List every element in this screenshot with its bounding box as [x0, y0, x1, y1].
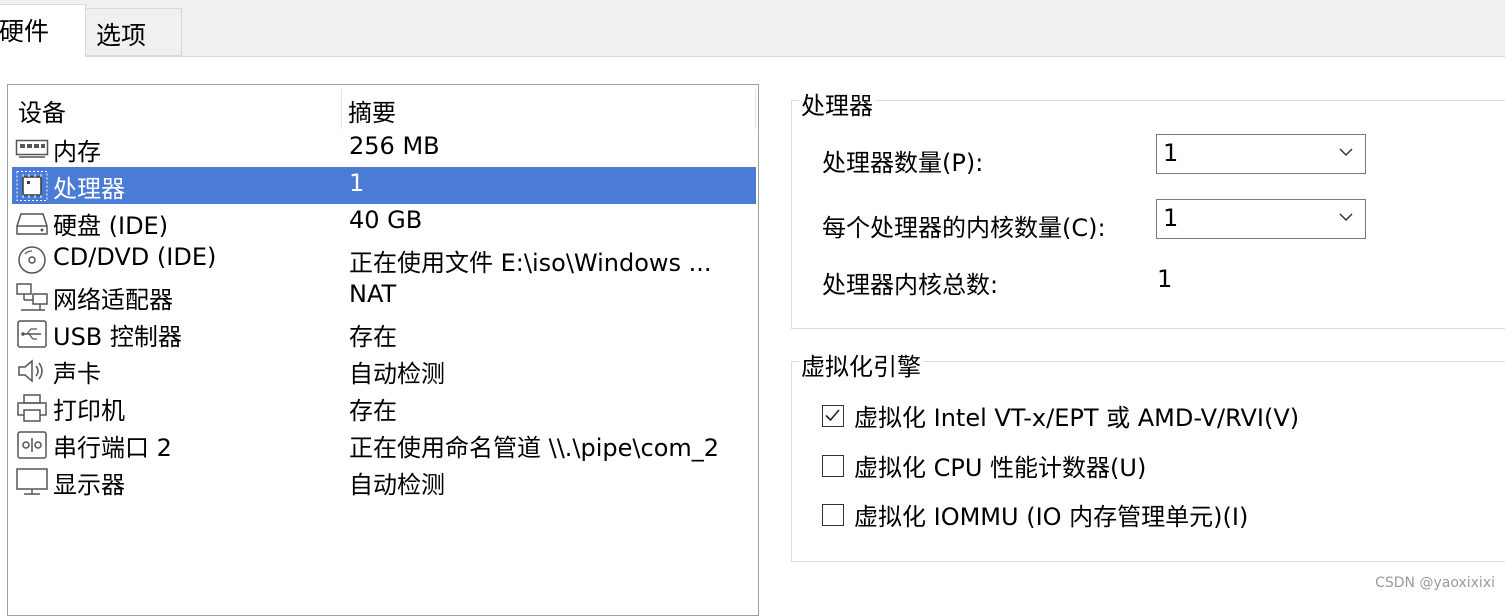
- watermark: CSDN @yaoxixixi: [1375, 575, 1495, 591]
- total-cores-value: 1: [1157, 265, 1173, 293]
- device-name: 声卡: [53, 360, 101, 388]
- device-name: 网络适配器: [53, 286, 173, 314]
- processor-icon: [15, 171, 49, 201]
- virtualize-cpu-counters-checkbox[interactable]: 虚拟化 CPU 性能计数器(U): [822, 448, 1146, 483]
- virtualize-vtx-label: 虚拟化 Intel VT-x/EPT 或 AMD-V/RVI(V): [854, 404, 1300, 432]
- device-name: 串行端口 2: [53, 434, 172, 462]
- tab-hardware[interactable]: 硬件: [0, 4, 86, 57]
- memory-icon: [15, 134, 49, 164]
- tab-options-label: 选项: [96, 21, 147, 50]
- monitor-icon: [15, 467, 49, 497]
- column-header-device[interactable]: 设备: [18, 93, 66, 128]
- device-name: CD/DVD (IDE): [53, 243, 217, 271]
- chevron-down-icon: [1337, 208, 1355, 226]
- speaker-icon: [15, 356, 49, 386]
- column-divider[interactable]: [341, 89, 342, 129]
- virtualize-cpu-counters-label: 虚拟化 CPU 性能计数器(U): [854, 454, 1147, 482]
- network-adapter-icon: [15, 282, 49, 312]
- chevron-down-icon: [1337, 143, 1355, 161]
- device-name: 显示器: [53, 471, 125, 499]
- virtualize-vtx-checkbox[interactable]: 虚拟化 Intel VT-x/EPT 或 AMD-V/RVI(V): [822, 398, 1299, 433]
- printer-icon: [15, 393, 49, 423]
- device-row-network-adapter[interactable]: 网络适配器 NAT: [12, 278, 756, 315]
- device-summary: 正在使用命名管道 \\.\pipe\com_2: [349, 434, 720, 462]
- usb-icon: [15, 319, 49, 349]
- device-row-printer[interactable]: 打印机 存在: [12, 389, 756, 426]
- device-row-sound-card[interactable]: 声卡 自动检测: [12, 352, 756, 389]
- device-row-usb[interactable]: USB 控制器 存在: [12, 315, 756, 352]
- device-name: 硬盘 (IDE): [53, 212, 169, 240]
- device-summary: 1: [349, 169, 365, 197]
- processor-count-value: 1: [1163, 139, 1179, 167]
- device-row-memory[interactable]: 内存 256 MB: [12, 130, 756, 167]
- device-row-display[interactable]: 显示器 自动检测: [12, 463, 756, 500]
- device-name: 内存: [53, 138, 101, 166]
- total-cores-label: 处理器内核总数:: [822, 271, 999, 299]
- virtualize-iommu-checkbox[interactable]: 虚拟化 IOMMU (IO 内存管理单元)(I): [822, 497, 1248, 532]
- checkbox-checked[interactable]: [822, 404, 844, 427]
- checkbox-unchecked[interactable]: [822, 454, 844, 477]
- device-summary: 自动检测: [349, 471, 445, 499]
- cd-dvd-icon: [15, 245, 49, 275]
- device-summary: 正在使用文件 E:\iso\Windows ...: [349, 249, 712, 277]
- device-summary: 存在: [349, 323, 397, 351]
- cores-per-processor-select[interactable]: 1: [1156, 199, 1366, 239]
- virtualize-iommu-label: 虚拟化 IOMMU (IO 内存管理单元)(I): [854, 503, 1249, 531]
- device-summary: NAT: [349, 280, 397, 308]
- column-divider[interactable]: [755, 89, 756, 129]
- device-name: USB 控制器: [53, 323, 182, 351]
- processor-count-select[interactable]: 1: [1156, 134, 1366, 174]
- cores-per-processor-label: 每个处理器的内核数量(C):: [822, 214, 1106, 242]
- device-row-hard-disk[interactable]: 硬盘 (IDE) 40 GB: [12, 204, 756, 241]
- tab-hardware-label: 硬件: [0, 17, 50, 46]
- device-row-cd-dvd[interactable]: CD/DVD (IDE) 正在使用文件 E:\iso\Windows ...: [12, 241, 756, 278]
- hard-disk-icon: [15, 208, 49, 238]
- tab-strip: 选项 硬件: [0, 0, 1505, 57]
- device-name: 打印机: [53, 397, 125, 425]
- serial-port-icon: [15, 430, 49, 460]
- device-summary: 自动检测: [349, 360, 445, 388]
- device-list-header: 设备 摘要: [8, 85, 758, 129]
- column-header-summary[interactable]: 摘要: [348, 93, 396, 128]
- device-list[interactable]: 设备 摘要 内存 256 MB 处理器 1 硬盘 (IDE) 40 GB CD/…: [7, 84, 759, 616]
- device-summary: 256 MB: [349, 132, 440, 160]
- virtualization-group-title: 虚拟化引擎: [799, 347, 923, 382]
- device-name: 处理器: [53, 175, 125, 203]
- device-row-serial-port[interactable]: 串行端口 2 正在使用命名管道 \\.\pipe\com_2: [12, 426, 756, 463]
- processor-group-title: 处理器: [799, 86, 875, 121]
- checkbox-unchecked[interactable]: [822, 503, 844, 526]
- processor-count-label: 处理器数量(P):: [822, 149, 984, 177]
- cores-per-processor-value: 1: [1163, 204, 1179, 232]
- device-summary: 存在: [349, 397, 397, 425]
- device-row-processor[interactable]: 处理器 1: [12, 167, 756, 204]
- tab-options[interactable]: 选项: [86, 8, 182, 56]
- device-summary: 40 GB: [349, 206, 423, 234]
